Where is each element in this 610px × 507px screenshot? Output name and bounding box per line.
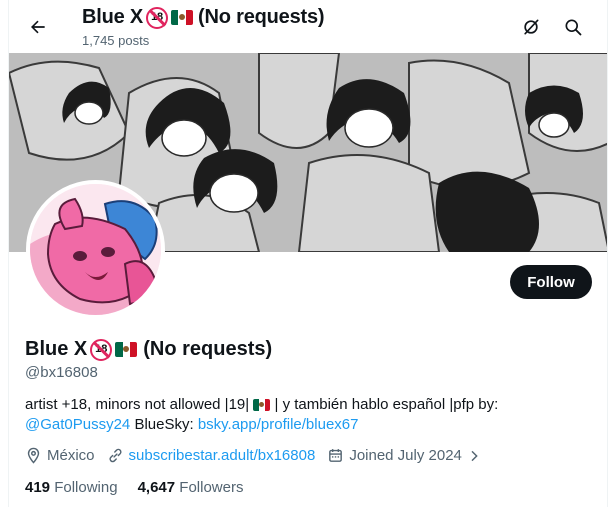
- location-pin-icon: [27, 447, 40, 464]
- mexico-flag-icon: [253, 399, 271, 412]
- following-count: 419: [25, 479, 51, 496]
- mexico-flag-icon: [115, 342, 138, 357]
- calendar-icon: [329, 449, 343, 462]
- website-link[interactable]: subscribestar.adult/bx16808: [129, 447, 316, 464]
- bio-text-2: | y también hablo español |pfp by:: [274, 396, 499, 413]
- header-title: Blue X 18 (No requests): [82, 6, 325, 29]
- header-title-suffix: (No requests): [198, 6, 325, 28]
- profile-handle: @bx16808: [25, 364, 98, 381]
- profile-bio: artist +18, minors not allowed |19| | y …: [25, 395, 595, 435]
- bio-mention-link[interactable]: @Gat0Pussy24: [25, 416, 130, 433]
- following-label: Following: [54, 479, 118, 496]
- profile-name: Blue X 18 (No requests): [25, 338, 272, 361]
- profile-stats: 419 Following 4,647 Followers: [25, 479, 263, 496]
- followers-label: Followers: [179, 479, 244, 496]
- search-icon: [565, 19, 582, 36]
- profile-page: Blue X 18 (No requests) 1,745 posts Foll…: [8, 0, 608, 507]
- back-arrow-icon: [31, 20, 45, 34]
- profile-name-suffix: (No requests): [143, 338, 273, 360]
- joined-text: Joined July 2024: [349, 447, 462, 464]
- bio-text-1: artist +18, minors not allowed |19|: [25, 396, 250, 413]
- grok-button[interactable]: [514, 10, 548, 44]
- location-text: México: [47, 447, 95, 464]
- avatar-artwork: [30, 184, 161, 315]
- back-button[interactable]: [21, 10, 55, 44]
- grok-icon: [524, 19, 539, 35]
- top-bar: Blue X 18 (No requests) 1,745 posts: [9, 0, 607, 53]
- joined-date[interactable]: Joined July 2024: [327, 447, 487, 464]
- location: México: [25, 447, 95, 464]
- profile-avatar[interactable]: [26, 180, 165, 319]
- following-stat[interactable]: 419 Following: [25, 479, 118, 496]
- profile-meta: México subscribestar.adult/bx16808 Joine…: [25, 447, 499, 464]
- website: subscribestar.adult/bx16808: [107, 447, 316, 464]
- search-button[interactable]: [556, 10, 590, 44]
- header-title-name: Blue X: [82, 6, 144, 28]
- mexico-flag-icon: [171, 10, 194, 25]
- header-posts-count: 1,745 posts: [82, 33, 150, 48]
- adult-18-icon: 18: [146, 6, 169, 29]
- link-icon: [109, 448, 121, 463]
- followers-count: 4,647: [137, 479, 176, 496]
- chevron-right-icon: [471, 450, 478, 461]
- adult-18-icon: 18: [90, 338, 113, 361]
- profile-name-text: Blue X: [25, 338, 88, 360]
- bio-bluesky-label: BlueSky:: [130, 416, 198, 433]
- followers-stat[interactable]: 4,647 Followers: [138, 479, 244, 496]
- follow-button[interactable]: Follow: [510, 265, 592, 299]
- bio-bluesky-link[interactable]: bsky.app/profile/bluex67: [198, 416, 359, 433]
